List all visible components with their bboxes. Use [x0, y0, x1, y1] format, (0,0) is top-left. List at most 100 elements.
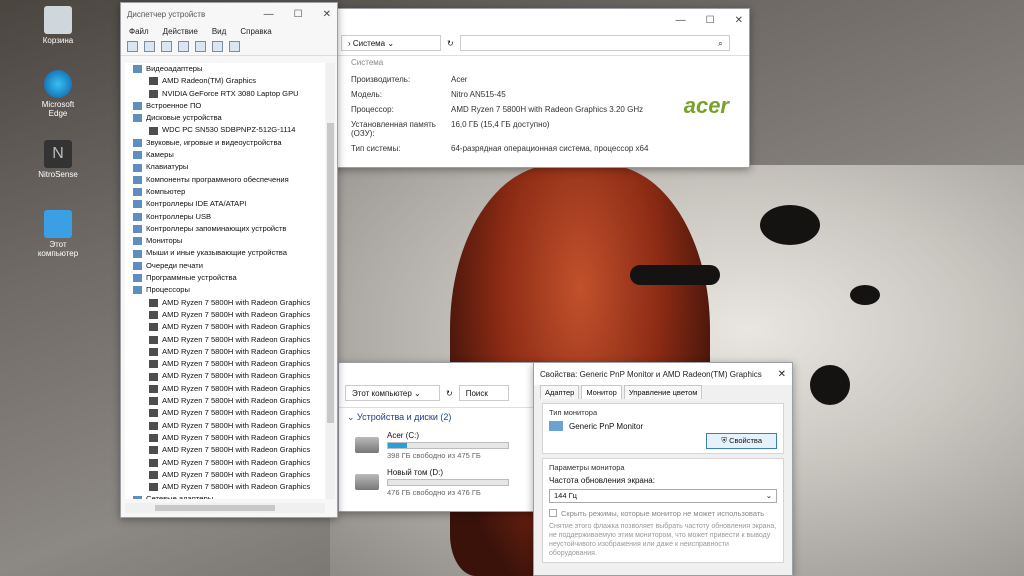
devices-group-header[interactable]: ⌄ Устройства и диски (2): [339, 408, 537, 427]
tree-item[interactable]: Компьютер: [125, 186, 325, 198]
vertical-scrollbar[interactable]: [326, 63, 335, 499]
tree-item[interactable]: Звуковые, игровые и видеоустройства: [125, 137, 325, 149]
tree-item[interactable]: Компоненты программного обеспечения: [125, 174, 325, 186]
tree-item[interactable]: Контроллеры запоминающих устройств: [125, 223, 325, 235]
maximize-icon[interactable]: ☐: [294, 9, 303, 20]
tree-item[interactable]: Мыши и иные указывающие устройства: [125, 247, 325, 259]
device-icon: [133, 286, 142, 295]
tree-item[interactable]: AMD Ryzen 7 5800H with Radeon Graphics: [125, 334, 325, 346]
device-icon: [133, 163, 142, 172]
tree-item[interactable]: AMD Ryzen 7 5800H with Radeon Graphics: [125, 297, 325, 309]
close-icon[interactable]: ✕: [323, 9, 331, 20]
help-icon[interactable]: [195, 41, 206, 52]
minimize-icon[interactable]: —: [676, 15, 686, 26]
ink-splat: [810, 365, 850, 405]
tree-icon[interactable]: [178, 41, 189, 52]
menu-view[interactable]: Вид: [212, 27, 226, 36]
tree-item[interactable]: Встроенное ПО: [125, 100, 325, 112]
device-icon: [133, 274, 142, 283]
tab-monitor[interactable]: Монитор: [581, 385, 622, 399]
device-icon: [149, 434, 158, 443]
computer-icon: [44, 210, 72, 238]
device-icon: [149, 335, 158, 344]
tree-item[interactable]: AMD Ryzen 7 5800H with Radeon Graphics: [125, 420, 325, 432]
tree-item[interactable]: AMD Ryzen 7 5800H with Radeon Graphics: [125, 395, 325, 407]
scrollbar-thumb[interactable]: [327, 123, 334, 423]
tree-item[interactable]: AMD Radeon(TM) Graphics: [125, 75, 325, 87]
properties-icon[interactable]: [161, 41, 172, 52]
refresh-icon[interactable]: ↻: [447, 39, 454, 48]
tree-item[interactable]: AMD Ryzen 7 5800H with Radeon Graphics: [125, 444, 325, 456]
minimize-icon[interactable]: —: [264, 9, 274, 20]
close-icon[interactable]: ✕: [778, 369, 786, 380]
horizontal-scrollbar[interactable]: [125, 503, 325, 513]
menu-bar: Файл Действие Вид Справка: [121, 25, 337, 38]
desktop-icon-this-pc[interactable]: Этот компьютер: [36, 210, 80, 258]
monitor-params-group: Параметры монитора Частота обновления эк…: [542, 458, 784, 563]
tree-item[interactable]: AMD Ryzen 7 5800H with Radeon Graphics: [125, 469, 325, 481]
tree-item[interactable]: AMD Ryzen 7 5800H with Radeon Graphics: [125, 457, 325, 469]
tree-item[interactable]: AMD Ryzen 7 5800H with Radeon Graphics: [125, 309, 325, 321]
tree-item[interactable]: AMD Ryzen 7 5800H with Radeon Graphics: [125, 407, 325, 419]
tree-item[interactable]: AMD Ryzen 7 5800H with Radeon Graphics: [125, 432, 325, 444]
monitor-properties-button[interactable]: ⛨ Свойства: [706, 433, 777, 449]
tree-item[interactable]: NVIDIA GeForce RTX 3080 Laptop GPU: [125, 88, 325, 100]
device-icon: [149, 311, 158, 320]
refresh-icon[interactable]: ↻: [446, 389, 453, 398]
tree-item[interactable]: Клавиатуры: [125, 161, 325, 173]
close-icon[interactable]: ✕: [735, 15, 743, 26]
breadcrumb[interactable]: › Система ⌄: [341, 35, 441, 51]
tree-item[interactable]: AMD Ryzen 7 5800H with Radeon Graphics: [125, 383, 325, 395]
tree-item[interactable]: AMD Ryzen 7 5800H with Radeon Graphics: [125, 481, 325, 493]
tree-item[interactable]: Процессоры: [125, 284, 325, 296]
drive-item[interactable]: Acer (C:) 398 ГБ свободно из 475 ГБ: [339, 427, 537, 464]
tree-item-label: Видеоадаптеры: [146, 64, 203, 73]
back-icon[interactable]: [127, 41, 138, 52]
desktop-icon-nitrosense[interactable]: N NitroSense: [36, 140, 80, 179]
hide-modes-checkbox[interactable]: [549, 509, 557, 517]
search-input[interactable]: ⌕: [459, 35, 730, 51]
refresh-rate-select[interactable]: 144 Гц ⌄: [549, 489, 777, 503]
tree-item-label: Контроллеры IDE ATA/ATAPI: [146, 199, 247, 209]
tree-item[interactable]: AMD Ryzen 7 5800H with Radeon Graphics: [125, 321, 325, 333]
desktop-icon-recycle-bin[interactable]: Корзина: [36, 6, 80, 45]
tree-item-label: AMD Ryzen 7 5800H with Radeon Graphics: [162, 383, 311, 393]
tree-item[interactable]: Мониторы: [125, 235, 325, 247]
explorer-search-input[interactable]: Поиск: [458, 385, 509, 401]
tree-item-label: AMD Ryzen 7 5800H with Radeon Graphics: [162, 396, 311, 406]
tree-item-label: AMD Ryzen 7 5800H with Radeon Graphics: [162, 445, 311, 455]
menu-action[interactable]: Действие: [163, 27, 198, 36]
tree-item[interactable]: AMD Ryzen 7 5800H with Radeon Graphics: [125, 358, 325, 370]
maximize-icon[interactable]: ☐: [706, 15, 715, 26]
tree-item[interactable]: Программные устройства: [125, 272, 325, 284]
menu-help[interactable]: Справка: [240, 27, 271, 36]
update-driver-icon[interactable]: [212, 41, 223, 52]
tab-adapter[interactable]: Адаптер: [540, 385, 580, 399]
tree-item-label: AMD Ryzen 7 5800H with Radeon Graphics: [162, 420, 311, 430]
device-icon: [149, 360, 158, 369]
drive-item[interactable]: Новый том (D:) 476 ГБ свободно из 476 ГБ: [339, 464, 537, 501]
device-icon: [149, 483, 158, 492]
tree-item[interactable]: AMD Ryzen 7 5800H with Radeon Graphics: [125, 370, 325, 382]
device-icon: [149, 446, 158, 455]
tree-item[interactable]: Сетевые адаптеры: [125, 493, 325, 499]
tree-item[interactable]: Очереди печати: [125, 260, 325, 272]
tree-item[interactable]: Контроллеры USB: [125, 211, 325, 223]
tree-item[interactable]: Видеоадаптеры: [125, 63, 325, 75]
tree-item[interactable]: Контроллеры IDE ATA/ATAPI: [125, 198, 325, 210]
tree-item-label: Мыши и иные указывающие устройства: [146, 248, 287, 258]
tree-item[interactable]: AMD Ryzen 7 5800H with Radeon Graphics: [125, 346, 325, 358]
tree-item[interactable]: Камеры: [125, 149, 325, 161]
tab-color-management[interactable]: Управление цветом: [623, 385, 703, 399]
monitor-icon: [549, 421, 563, 431]
tree-item[interactable]: Дисковые устройства: [125, 112, 325, 124]
device-icon: [149, 126, 158, 135]
explorer-address[interactable]: Этот компьютер ⌄: [345, 385, 440, 401]
scrollbar-thumb[interactable]: [155, 505, 275, 511]
tree-item[interactable]: WDC PC SN530 SDBPNPZ-512G-1114: [125, 124, 325, 136]
monitor-icon[interactable]: [229, 41, 240, 52]
desktop-icon-edge[interactable]: Microsoft Edge: [36, 70, 80, 118]
forward-icon[interactable]: [144, 41, 155, 52]
menu-file[interactable]: Файл: [129, 27, 149, 36]
ink-splat: [630, 265, 720, 285]
